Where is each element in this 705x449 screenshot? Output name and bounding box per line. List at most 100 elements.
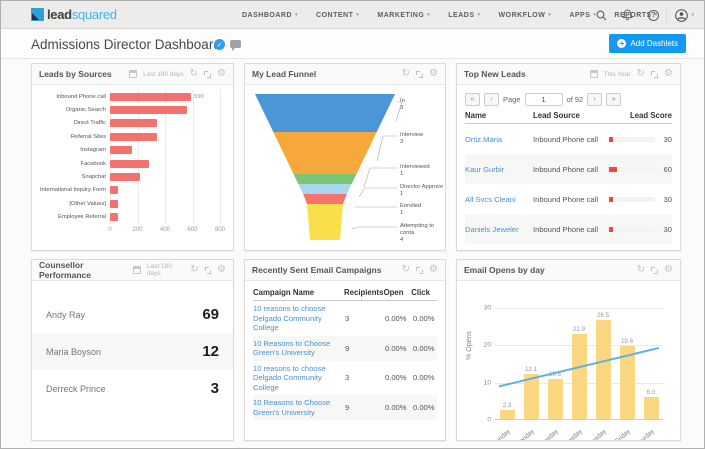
column-header-open[interactable]: Open	[384, 288, 412, 297]
expand-icon[interactable]	[204, 71, 211, 78]
nav-item-dashboard[interactable]: DASHBOARD▾	[233, 1, 307, 29]
bar-category-label: Referral Sites	[34, 130, 106, 143]
lead-name-link[interactable]: Kaur Gurbir	[465, 165, 533, 174]
refresh-icon[interactable]: ↻	[190, 265, 198, 275]
column-header-lead-score[interactable]: Lead Score	[609, 111, 672, 120]
x-axis: 0200400600800	[110, 227, 224, 237]
nav-item-workflow[interactable]: WORKFLOW▾	[490, 1, 561, 29]
column-header-recipients[interactable]: Recipients	[344, 288, 384, 297]
dashlet-top-new-leads: Top New Leads This Year ↻ ⚙ « ‹ Page of …	[456, 63, 681, 251]
expand-icon[interactable]	[651, 71, 658, 78]
expand-icon[interactable]	[651, 267, 658, 274]
x-tick-label: Sunday	[482, 428, 512, 440]
recipients-cell: 3	[345, 314, 385, 323]
last-page-button[interactable]: »	[606, 93, 621, 106]
date-range-label[interactable]: This Year	[604, 71, 631, 78]
column-header-lead-source[interactable]: Lead Source	[533, 111, 609, 120]
bar-row	[110, 130, 224, 143]
campaign-name-link[interactable]: 10 reasons to choose Delgado Community C…	[253, 364, 345, 393]
open-rate-cell: 0.00%	[385, 403, 413, 412]
verified-check-icon[interactable]: ✓	[214, 39, 225, 50]
calendar-icon[interactable]	[590, 70, 598, 78]
table-header-row: Campaign Name Recipients Open Click	[253, 288, 437, 301]
funnel-stage-label: Enrolled1	[400, 203, 445, 217]
y-tick-label: 0	[487, 417, 491, 424]
calendar-icon[interactable]	[129, 70, 137, 78]
refresh-icon[interactable]: ↻	[637, 69, 645, 79]
nav-item-content[interactable]: CONTENT▾	[307, 1, 368, 29]
column-header-click[interactable]: Click	[411, 288, 437, 297]
date-range-label[interactable]: Last 180 days	[143, 71, 183, 78]
settings-gear-icon[interactable]: ⚙	[429, 265, 438, 275]
lead-score-bar	[609, 227, 655, 232]
next-page-button[interactable]: ›	[587, 93, 602, 106]
expand-icon[interactable]	[416, 267, 423, 274]
first-page-button[interactable]: «	[465, 93, 480, 106]
funnel-stage-label: Attempting to conta4	[400, 223, 445, 244]
table-row: McarthurInbound Phone…	[465, 244, 672, 250]
user-menu[interactable]: ▾	[666, 6, 698, 24]
dashlet-header: Top New Leads This Year ↻ ⚙	[457, 64, 680, 85]
notifications-bell-icon[interactable]	[614, 1, 640, 29]
campaign-name-link[interactable]: 10 Reasons to Choose Green's University	[253, 398, 345, 417]
dashlet-tools: ↻ ⚙	[402, 69, 438, 79]
lead-score-value: 60	[664, 165, 672, 174]
date-range-label[interactable]: Last 180 days	[147, 263, 184, 277]
column-header-campaign-name[interactable]: Campaign Name	[253, 288, 344, 297]
bar-row	[110, 211, 224, 224]
page-number-input[interactable]	[525, 93, 563, 106]
dashlet-header: Leads by Sources Last 180 days ↻ ⚙	[32, 64, 233, 85]
y-axis-label: % Opens	[466, 331, 473, 360]
column-header-name[interactable]: Name	[465, 111, 533, 120]
comment-bubble-icon[interactable]	[230, 40, 241, 48]
nav-item-marketing[interactable]: MARKETING▾	[368, 1, 439, 29]
bar-row	[110, 144, 224, 157]
click-rate-cell: 0.00%	[413, 403, 435, 412]
pagination: « ‹ Page of 92 › »	[457, 86, 680, 111]
page-of-label: of 92	[567, 95, 584, 104]
chevron-down-icon: ▾	[478, 12, 481, 18]
refresh-icon[interactable]: ↻	[402, 69, 410, 79]
lead-funnel-chart: In3Interview3Interviewed1Director Approv…	[245, 86, 445, 250]
plus-icon: +	[617, 39, 626, 48]
campaign-name-link[interactable]: 10 Reasons to Choose Green's University	[253, 339, 345, 358]
prev-page-button[interactable]: ‹	[484, 93, 499, 106]
settings-gear-icon[interactable]: ⚙	[217, 69, 226, 79]
search-icon[interactable]	[588, 1, 614, 29]
bar-plot-area: 590	[110, 90, 224, 224]
dashlet-lead-funnel: My Lead Funnel ↻ ⚙ In3Interview3Intervie…	[244, 63, 446, 251]
funnel-stage-label: Interviewed1	[400, 164, 445, 178]
add-dashlets-button[interactable]: + Add Dashlets	[609, 34, 686, 53]
lead-name-link[interactable]: All Svcs Cleani	[465, 195, 533, 204]
nav-item-leads[interactable]: LEADS▾	[439, 1, 489, 29]
table-header-row: Name Lead Source Lead Score	[465, 111, 672, 124]
dashlet-leads-by-sources: Leads by Sources Last 180 days ↻ ⚙ Inbou…	[31, 63, 234, 251]
trend-line	[495, 308, 663, 420]
settings-gear-icon[interactable]: ⚙	[664, 265, 673, 275]
refresh-icon[interactable]: ↻	[402, 265, 410, 275]
open-rate-cell: 0.00%	[385, 344, 413, 353]
page-header: Admissions Director Dashboard ✓ + Add Da…	[1, 29, 704, 59]
lead-score-bar	[609, 167, 655, 172]
counsellor-row: Maria Boyson12	[32, 333, 233, 370]
bar-category-label: Organic Search	[34, 103, 106, 116]
refresh-icon[interactable]: ↻	[637, 265, 645, 275]
expand-icon[interactable]	[416, 71, 423, 78]
settings-gear-icon[interactable]: ⚙	[664, 69, 673, 79]
leadsquared-logo[interactable]: leadsquared	[31, 7, 117, 22]
expand-icon[interactable]	[205, 267, 211, 274]
top-new-leads-body: « ‹ Page of 92 › » Name Lead Source Lead…	[457, 86, 680, 250]
settings-gear-icon[interactable]: ⚙	[429, 69, 438, 79]
logo-text-squared: squared	[72, 7, 117, 22]
table-row: All Svcs CleaniInbound Phone call30	[465, 184, 672, 214]
lead-name-link[interactable]: Daniels Jeweler	[465, 225, 533, 234]
refresh-icon[interactable]: ↻	[190, 69, 198, 79]
lead-name-link[interactable]: Ortiz.Maria	[465, 135, 533, 144]
dashlet-tools: Last 180 days ↻ ⚙	[133, 263, 226, 277]
help-icon[interactable]: ?	[640, 1, 666, 29]
leads-by-sources-chart: Inbound Phone callOrganic SearchDirect T…	[32, 86, 233, 250]
settings-gear-icon[interactable]: ⚙	[217, 265, 226, 275]
calendar-icon[interactable]	[133, 266, 141, 274]
campaign-name-link[interactable]: 10 reasons to choose Delgado Community C…	[253, 304, 345, 333]
dashlet-title: Leads by Sources	[39, 69, 112, 79]
